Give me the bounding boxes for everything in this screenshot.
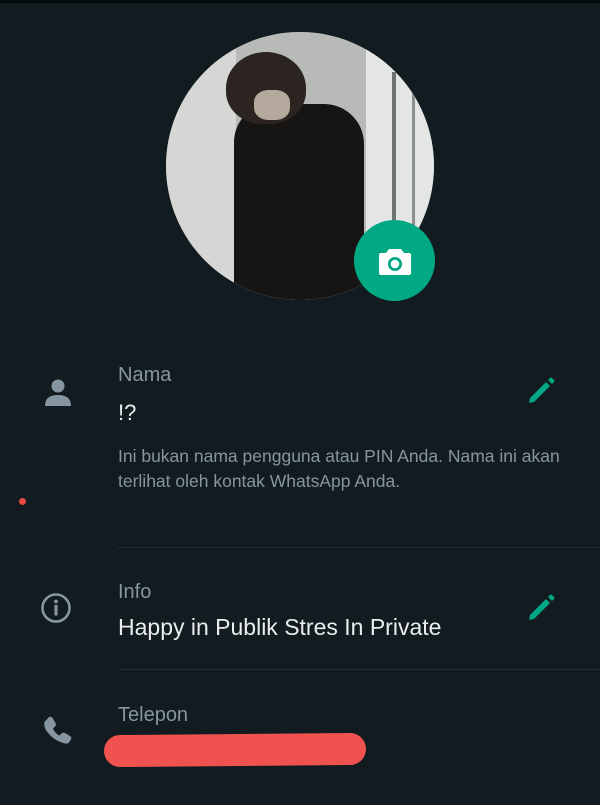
camera-icon <box>378 248 411 275</box>
info-icon <box>41 593 71 623</box>
top-border <box>0 0 600 3</box>
phone-label: Telepon <box>118 704 189 726</box>
photo-person-body <box>234 104 364 300</box>
edit-info-pencil-icon[interactable] <box>526 593 556 623</box>
divider <box>118 547 600 548</box>
name-label: Nama <box>118 364 172 386</box>
edit-name-pencil-icon[interactable] <box>526 376 556 406</box>
photo-background <box>166 32 236 300</box>
phone-icon <box>44 716 72 744</box>
info-value: Happy in Publik Stres In Private <box>118 614 442 640</box>
change-photo-button[interactable] <box>354 220 435 301</box>
name-value: !? <box>118 400 137 425</box>
photo-person-hand <box>254 90 290 120</box>
divider <box>118 669 600 670</box>
notification-dot <box>19 498 26 505</box>
info-label: Info <box>118 581 152 603</box>
person-icon <box>45 379 71 406</box>
name-hint: Ini bukan nama pengguna atau PIN Anda. N… <box>118 446 560 491</box>
phone-redaction-mark <box>103 732 367 768</box>
